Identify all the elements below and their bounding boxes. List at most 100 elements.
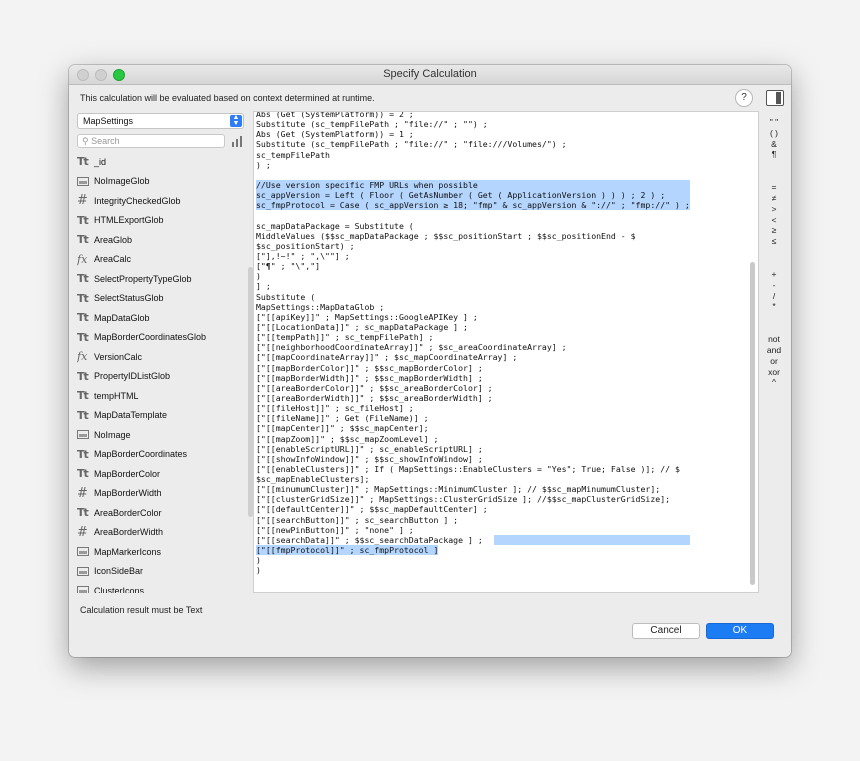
field-item[interactable]: Tt HTMLExportGlob (77, 211, 245, 231)
cancel-button[interactable]: Cancel (632, 623, 700, 639)
code-line: ["[[newPinButton]]" ; "none" ] ; (256, 524, 414, 535)
field-item[interactable]: # AreaBorderWidth (77, 523, 245, 543)
operator-item[interactable]: < (761, 215, 787, 226)
operator-item[interactable]: * (761, 301, 787, 312)
table-select[interactable]: MapSettings ▲ ▼ (77, 113, 244, 129)
field-item[interactable]: Tt MapDataTemplate (77, 406, 245, 426)
result-type-label: Calculation result must be Text (80, 605, 202, 615)
field-item[interactable]: Tt AreaGlob (77, 230, 245, 250)
operator-item[interactable]: ¶ (761, 149, 787, 160)
field-name: AreaGlob (94, 234, 133, 245)
calc-icon: fx (77, 350, 88, 364)
operator-item[interactable]: xor (761, 367, 787, 378)
operator-item[interactable]: and (761, 345, 787, 356)
field-search-input[interactable]: ⚲ Search (77, 134, 225, 148)
code-line: ["[[fileHost]]" ; sc_fileHost] ; (256, 403, 414, 414)
operator-list: " "( ) & ¶ = ≠ > < ≥ ≤ + - / * not and or xor ^ (761, 117, 787, 388)
operator-item[interactable]: + (761, 269, 787, 280)
code-line: ["[[enableScriptURL]]" ; sc_enableScript… (256, 443, 483, 454)
field-item[interactable]: NoImageGlob (77, 172, 245, 192)
field-item[interactable]: fx AreaCalc (77, 250, 245, 270)
operator-item[interactable]: " " (761, 117, 787, 128)
field-item[interactable]: Tt MapBorderCoordinates (77, 445, 245, 465)
field-item[interactable]: Tt SelectPropertyTypeGlob (77, 269, 245, 289)
code-line: ["[[defaultCenter]]" ; $$sc_mapDefaultCe… (256, 504, 488, 515)
text-icon: Tt (77, 233, 89, 247)
help-button[interactable]: ? (735, 89, 753, 107)
number-icon: # (77, 485, 88, 501)
field-item[interactable]: # MapBorderWidth (77, 484, 245, 504)
field-name: SelectPropertyTypeGlob (94, 273, 192, 284)
field-item[interactable]: ClusterIcons (77, 581, 245, 593)
ok-button[interactable]: OK (706, 623, 774, 639)
field-name: HTMLExportGlob (94, 215, 164, 226)
code-line: Substitute (sc_tempFilePath ; "file://" … (256, 139, 567, 150)
operator-item[interactable]: - (761, 280, 787, 291)
code-line: ["],!~!" ; ",\""] ; (256, 250, 350, 261)
code-line: ) (256, 555, 261, 566)
code-line: sc_mapDataPackage = Substitute ( (256, 220, 414, 231)
operator-item[interactable]: not (761, 334, 787, 345)
field-name: AreaBorderWidth (94, 527, 164, 538)
code-line: //Use version specific FMP URLs when pos… (256, 179, 690, 191)
container-icon (77, 430, 89, 440)
field-item[interactable]: Tt _id (77, 152, 245, 172)
sort-icon[interactable] (232, 136, 244, 147)
code-line: ["[[fmpProtocol]]" ; sc_fmpProtocol ] (256, 545, 690, 556)
operator-item[interactable]: ≤ (761, 236, 787, 247)
code-line: ) (256, 565, 261, 576)
operator-item[interactable]: & (761, 139, 787, 150)
text-icon: Tt (77, 506, 89, 520)
operator-item[interactable]: = (761, 182, 787, 193)
field-item[interactable]: Tt SelectStatusGlob (77, 289, 245, 309)
calc-icon: fx (77, 252, 88, 266)
code-line: ["[[mapCenter]]" ; $$sc_mapCenter]; (256, 423, 429, 434)
code-line: Substitute (sc_tempFilePath ; "file://" … (256, 119, 488, 130)
code-line: ["[[clusterGridSize]]" ; MapSettings::Cl… (256, 494, 671, 505)
container-icon (77, 547, 89, 557)
field-name: VersionCalc (94, 351, 143, 362)
operator-item[interactable]: ( ) (761, 128, 787, 139)
field-item[interactable]: # IntegrityCheckedGlob (77, 191, 245, 211)
field-item[interactable]: MapMarkerIcons (77, 542, 245, 562)
text-icon: Tt (77, 330, 89, 344)
field-item[interactable]: Tt MapDataGlob (77, 308, 245, 328)
operator-item[interactable]: ^ (761, 377, 787, 388)
operator-item[interactable]: ≥ (761, 225, 787, 236)
field-item[interactable]: IconSideBar (77, 562, 245, 582)
text-icon: Tt (77, 408, 89, 422)
field-item[interactable]: Tt PropertyIDListGlob (77, 367, 245, 387)
container-icon (77, 586, 89, 593)
code-line: ["[[areaBorderWidth]]" ; $$sc_areaBorder… (256, 392, 493, 403)
field-item[interactable]: Tt MapBorderCoordinatesGlob (77, 328, 245, 348)
code-line: ["[[showInfoWindow]]" ; $$sc_showInfoWin… (256, 453, 483, 464)
text-icon: Tt (77, 311, 89, 325)
operator-item[interactable]: / (761, 291, 787, 302)
field-item[interactable]: Tt tempHTML (77, 386, 245, 406)
operator-item[interactable]: ≠ (761, 193, 787, 204)
search-placeholder: Search (91, 136, 120, 146)
field-item[interactable]: fx VersionCalc (77, 347, 245, 367)
field-item[interactable]: Tt AreaBorderColor (77, 503, 245, 523)
code-line: sc_tempFilePath (256, 149, 330, 160)
toggle-panel-icon[interactable] (766, 90, 784, 106)
field-name: MapBorderWidth (94, 488, 162, 499)
text-icon: Tt (77, 155, 89, 169)
operator-item[interactable]: or (761, 356, 787, 367)
result-type: Text (185, 605, 203, 615)
field-name: tempHTML (94, 390, 139, 401)
text-icon: Tt (77, 447, 89, 461)
field-item[interactable]: Tt MapBorderColor (77, 464, 245, 484)
field-item[interactable]: NoImage (77, 425, 245, 445)
field-name: ClusterIcons (94, 585, 145, 593)
text-icon: Tt (77, 272, 89, 286)
field-name: _id (94, 156, 107, 167)
number-icon: # (77, 193, 88, 209)
field-name: MapBorderColor (94, 468, 161, 479)
code-line: MiddleValues ($$sc_mapDataPackage ; $$sc… (256, 230, 636, 241)
code-line: ["[[searchData]]" ; $$sc_searchDataPacka… (256, 534, 690, 546)
editor-scrollbar[interactable] (750, 262, 755, 585)
operator-item[interactable]: > (761, 204, 787, 215)
calculation-editor[interactable]: Abs (Get (SystemPlatform)) = 2 ; Substitu… (253, 111, 759, 593)
